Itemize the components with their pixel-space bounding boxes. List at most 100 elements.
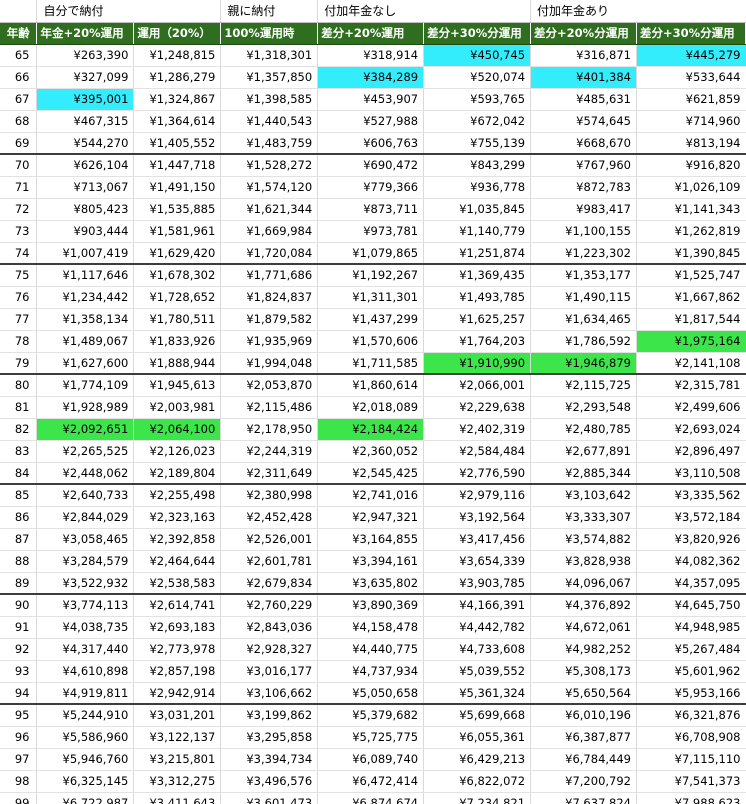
value-cell[interactable]: ¥1,771,686 — [220, 264, 319, 287]
value-cell[interactable]: ¥1,141,343 — [636, 198, 746, 221]
value-cell[interactable]: ¥2,896,497 — [636, 440, 746, 463]
value-cell[interactable]: ¥2,255,498 — [133, 484, 222, 507]
value-cell[interactable]: ¥4,038,735 — [36, 616, 135, 639]
value-cell[interactable]: ¥2,066,001 — [423, 374, 532, 397]
value-cell[interactable]: ¥395,001 — [36, 88, 135, 111]
value-cell[interactable]: ¥1,629,420 — [133, 242, 222, 265]
value-cell[interactable]: ¥1,774,109 — [36, 374, 135, 397]
age-cell[interactable]: 92 — [0, 638, 38, 661]
value-cell[interactable]: ¥1,353,177 — [530, 264, 637, 287]
value-cell[interactable]: ¥1,324,867 — [133, 88, 222, 111]
value-cell[interactable]: ¥3,903,785 — [423, 572, 532, 595]
value-cell[interactable]: ¥4,442,782 — [423, 616, 532, 639]
value-cell[interactable]: ¥327,099 — [36, 66, 135, 89]
value-cell[interactable]: ¥1,364,614 — [133, 110, 222, 133]
age-cell[interactable]: 98 — [0, 770, 38, 793]
value-cell[interactable]: ¥2,115,486 — [220, 396, 319, 419]
value-cell[interactable]: ¥3,106,662 — [220, 682, 319, 705]
value-cell[interactable]: ¥3,654,339 — [423, 550, 532, 573]
value-cell[interactable]: ¥3,295,858 — [220, 726, 319, 749]
value-cell[interactable]: ¥3,828,938 — [530, 550, 637, 573]
value-cell[interactable]: ¥5,650,564 — [530, 682, 637, 705]
value-cell[interactable]: ¥1,910,990 — [423, 352, 532, 375]
value-cell[interactable]: ¥4,610,898 — [36, 660, 135, 683]
value-cell[interactable]: ¥6,722,987 — [36, 792, 135, 804]
value-cell[interactable]: ¥1,223,302 — [530, 242, 637, 265]
value-cell[interactable]: ¥4,440,775 — [317, 638, 425, 661]
value-cell[interactable]: ¥1,493,785 — [423, 286, 532, 309]
value-cell[interactable]: ¥3,164,855 — [317, 528, 425, 551]
value-cell[interactable]: ¥5,308,173 — [530, 660, 637, 683]
value-cell[interactable]: ¥2,614,741 — [133, 594, 222, 617]
value-cell[interactable]: ¥2,402,319 — [423, 418, 532, 441]
value-cell[interactable]: ¥2,942,914 — [133, 682, 222, 705]
value-cell[interactable]: ¥1,625,257 — [423, 308, 532, 331]
value-cell[interactable]: ¥574,645 — [530, 110, 637, 133]
value-cell[interactable]: ¥1,525,747 — [636, 264, 746, 287]
age-cell[interactable]: 78 — [0, 330, 38, 353]
value-cell[interactable]: ¥2,141,108 — [636, 352, 746, 375]
value-cell[interactable]: ¥813,194 — [636, 132, 746, 155]
value-cell[interactable]: ¥2,244,319 — [220, 440, 319, 463]
age-cell[interactable]: 88 — [0, 550, 38, 573]
value-cell[interactable]: ¥5,953,166 — [636, 682, 746, 705]
value-cell[interactable]: ¥4,919,811 — [36, 682, 135, 705]
value-cell[interactable]: ¥872,783 — [530, 176, 637, 199]
value-cell[interactable]: ¥4,158,478 — [317, 616, 425, 639]
value-cell[interactable]: ¥4,737,934 — [317, 660, 425, 683]
value-cell[interactable]: ¥1,879,582 — [220, 308, 319, 331]
value-cell[interactable]: ¥1,140,779 — [423, 220, 532, 243]
age-cell[interactable]: 95 — [0, 704, 38, 727]
value-cell[interactable]: ¥3,103,642 — [530, 484, 637, 507]
value-cell[interactable]: ¥668,670 — [530, 132, 637, 155]
value-cell[interactable]: ¥2,693,183 — [133, 616, 222, 639]
value-cell[interactable]: ¥5,267,484 — [636, 638, 746, 661]
value-cell[interactable]: ¥453,907 — [317, 88, 425, 111]
value-cell[interactable]: ¥2,293,548 — [530, 396, 637, 419]
value-cell[interactable]: ¥4,082,362 — [636, 550, 746, 573]
value-cell[interactable]: ¥2,545,425 — [317, 462, 425, 485]
value-cell[interactable]: ¥4,357,095 — [636, 572, 746, 595]
value-cell[interactable]: ¥467,315 — [36, 110, 135, 133]
value-cell[interactable]: ¥2,773,978 — [133, 638, 222, 661]
value-cell[interactable]: ¥1,728,652 — [133, 286, 222, 309]
value-cell[interactable]: ¥450,745 — [423, 44, 532, 67]
value-cell[interactable]: ¥3,572,184 — [636, 506, 746, 529]
value-cell[interactable]: ¥2,178,950 — [220, 418, 319, 441]
value-cell[interactable]: ¥2,323,163 — [133, 506, 222, 529]
value-cell[interactable]: ¥3,774,113 — [36, 594, 135, 617]
value-cell[interactable]: ¥2,538,583 — [133, 572, 222, 595]
age-cell[interactable]: 74 — [0, 242, 38, 265]
value-cell[interactable]: ¥713,067 — [36, 176, 135, 199]
value-cell[interactable]: ¥527,988 — [317, 110, 425, 133]
age-cell[interactable]: 84 — [0, 462, 38, 485]
value-cell[interactable]: ¥2,265,525 — [36, 440, 135, 463]
value-cell[interactable]: ¥1,824,837 — [220, 286, 319, 309]
value-cell[interactable]: ¥1,764,203 — [423, 330, 532, 353]
value-cell[interactable]: ¥1,621,344 — [220, 198, 319, 221]
value-cell[interactable]: ¥805,423 — [36, 198, 135, 221]
value-cell[interactable]: ¥1,669,984 — [220, 220, 319, 243]
value-cell[interactable]: ¥6,321,876 — [636, 704, 746, 727]
value-cell[interactable]: ¥2,979,116 — [423, 484, 532, 507]
value-cell[interactable]: ¥1,786,592 — [530, 330, 637, 353]
value-cell[interactable]: ¥1,780,511 — [133, 308, 222, 331]
value-cell[interactable]: ¥3,312,275 — [133, 770, 222, 793]
value-cell[interactable]: ¥6,429,213 — [423, 748, 532, 771]
value-cell[interactable]: ¥1,945,613 — [133, 374, 222, 397]
value-cell[interactable]: ¥1,100,155 — [530, 220, 637, 243]
value-cell[interactable]: ¥4,096,067 — [530, 572, 637, 595]
value-cell[interactable]: ¥3,192,564 — [423, 506, 532, 529]
value-cell[interactable]: ¥1,570,606 — [317, 330, 425, 353]
value-cell[interactable]: ¥533,644 — [636, 66, 746, 89]
value-cell[interactable]: ¥1,398,585 — [220, 88, 319, 111]
value-cell[interactable]: ¥606,763 — [317, 132, 425, 155]
value-cell[interactable]: ¥973,781 — [317, 220, 425, 243]
value-cell[interactable]: ¥3,199,862 — [220, 704, 319, 727]
value-cell[interactable]: ¥2,464,644 — [133, 550, 222, 573]
value-cell[interactable]: ¥1,833,926 — [133, 330, 222, 353]
value-cell[interactable]: ¥5,244,910 — [36, 704, 135, 727]
value-cell[interactable]: ¥3,031,201 — [133, 704, 222, 727]
value-cell[interactable]: ¥1,627,600 — [36, 352, 135, 375]
value-cell[interactable]: ¥3,394,161 — [317, 550, 425, 573]
